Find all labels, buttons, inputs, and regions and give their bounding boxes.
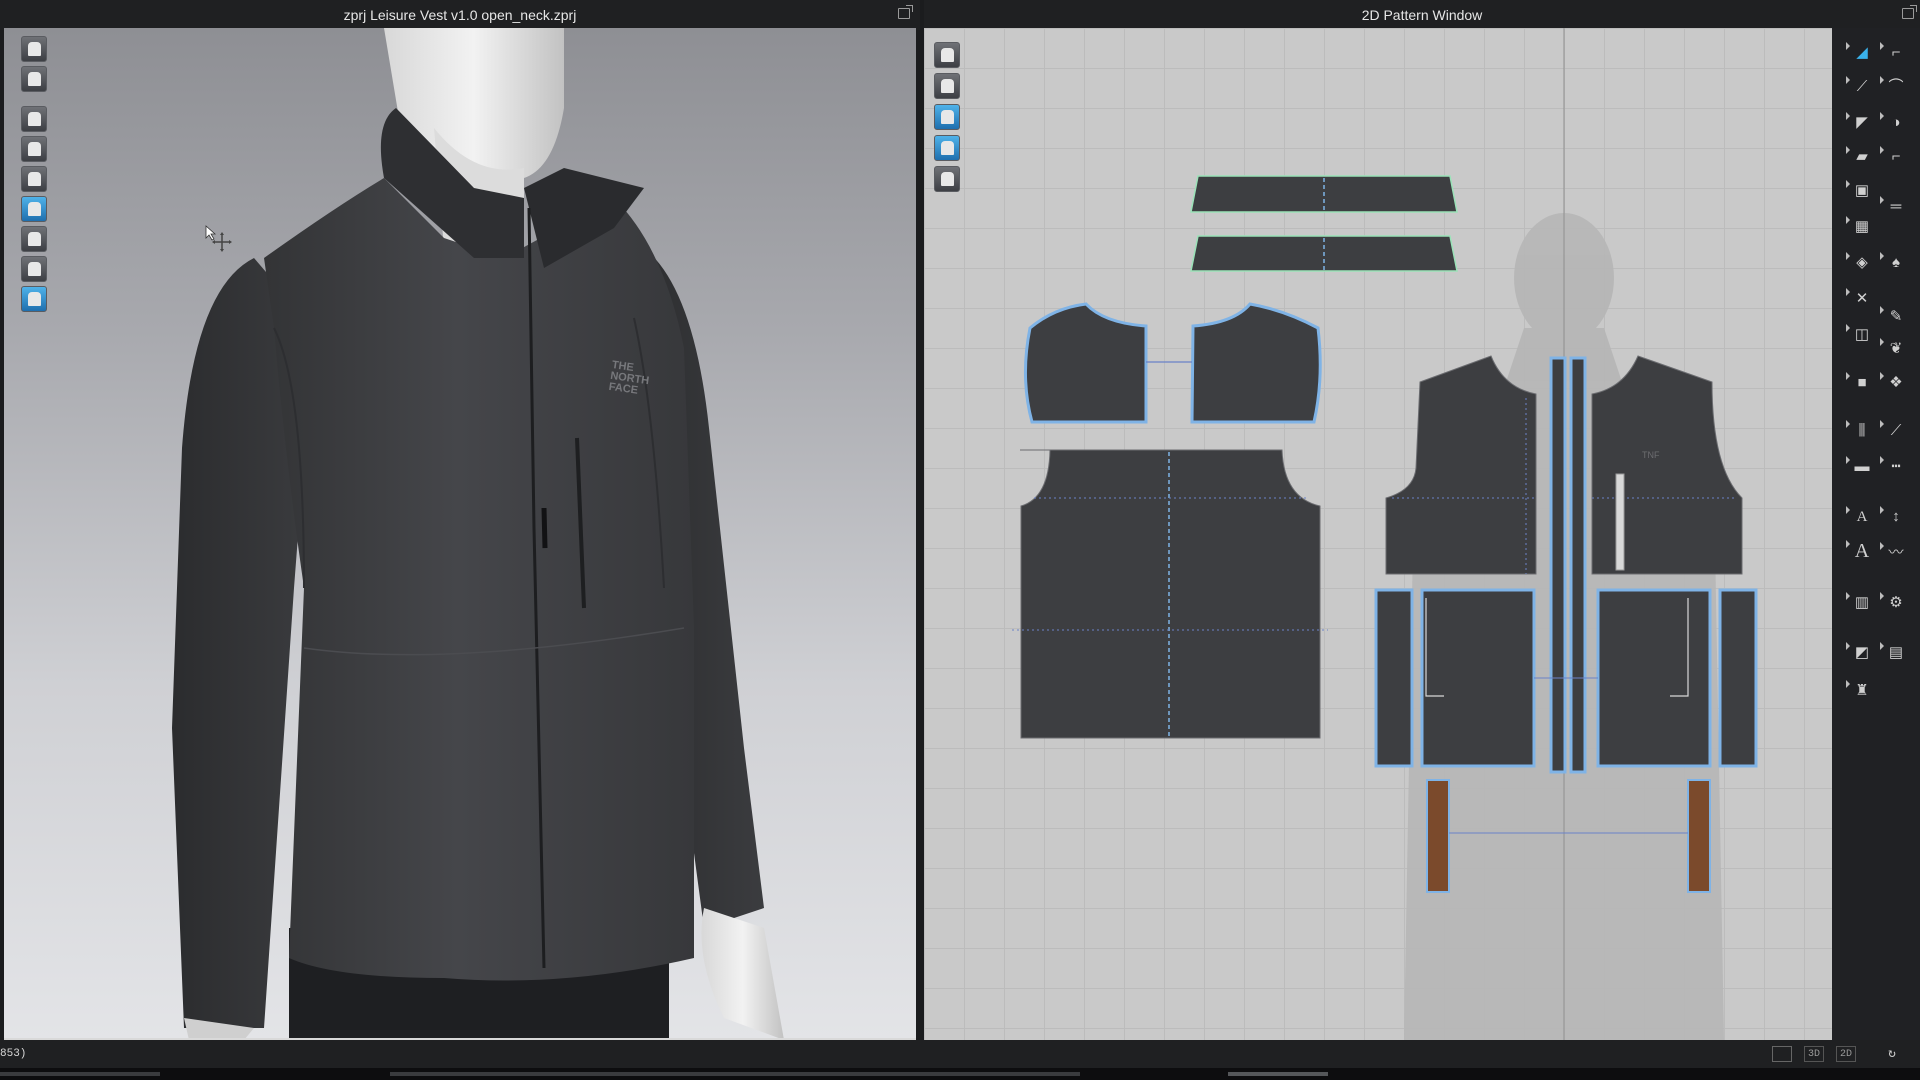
garment-icon[interactable] <box>21 66 47 92</box>
app-window: zprj Leisure Vest v1.0 open_neck.zprj 2D… <box>0 0 1920 1080</box>
taskbar-item[interactable] <box>0 1072 160 1076</box>
avatar-tool-icon[interactable]: ♜ <box>1846 680 1874 702</box>
arrow-icon[interactable]: ↕ <box>1880 506 1908 528</box>
dashed-line-icon[interactable]: ┅ <box>1880 456 1908 478</box>
undock-icon[interactable] <box>898 5 913 19</box>
viewer-titlebar: zprj Leisure Vest v1.0 open_neck.zprj <box>0 0 920 30</box>
collar-pattern[interactable] <box>1190 235 1458 272</box>
fold-icon[interactable]: ▣ <box>1846 180 1874 202</box>
trim-pattern[interactable] <box>1426 779 1450 893</box>
stitch-icon[interactable]: ■ <box>1846 372 1874 394</box>
simulation-icon[interactable] <box>21 106 47 132</box>
3d-scene <box>172 28 784 1038</box>
free-sewing-icon[interactable]: ▦ <box>1846 216 1874 238</box>
2d-pattern-viewport[interactable]: TNF <box>924 28 1832 1040</box>
front-right-pattern[interactable]: TNF <box>1591 355 1743 575</box>
grid-icon[interactable]: ▥ <box>1846 592 1874 614</box>
edit-point-icon[interactable]: ⌐ <box>1880 42 1908 64</box>
button-tool-icon[interactable]: ⚙ <box>1880 592 1908 614</box>
zipper-icon[interactable]: ❖ <box>1880 372 1908 394</box>
garment-view-icon[interactable] <box>934 73 960 99</box>
yoke-pattern[interactable] <box>1024 302 1148 424</box>
viewer-toolbar <box>18 36 52 316</box>
trace-icon[interactable]: ⌐ <box>1880 146 1908 168</box>
topstitch-icon[interactable]: ⟋ <box>1880 420 1908 442</box>
collar-pattern[interactable] <box>1190 175 1458 213</box>
yoke-pattern[interactable] <box>1190 302 1322 424</box>
pattern-window-title: 2D Pattern Window <box>1361 7 1483 23</box>
pattern-tools-panel: ◢ ⌐ ⟋ ⌒ ◤ ◑ ▰ ⌐ ▣ ═ ▦ ◈ ♠ ✕ ✎ ◫ ❦ ■ ❖ ⫼ … <box>1832 28 1920 1040</box>
vest-body <box>264 178 694 981</box>
text-tool-icon[interactable]: A <box>1846 506 1874 528</box>
view-2d-button[interactable]: 2D <box>1836 1046 1856 1062</box>
wave-icon[interactable]: 〰 <box>1880 542 1908 564</box>
transform-pattern-icon[interactable] <box>934 42 960 68</box>
rectangle-icon[interactable]: ⌒ <box>1880 76 1908 98</box>
lock-icon[interactable] <box>934 166 960 192</box>
circle-icon[interactable]: ◤ <box>1846 112 1874 134</box>
avatar-display-icon[interactable] <box>21 166 47 192</box>
undock-icon[interactable] <box>1902 5 1917 19</box>
pattern-canvas: TNF <box>1012 28 1758 1040</box>
trim-pattern[interactable] <box>1687 779 1711 893</box>
segment-sewing-icon[interactable]: ═ <box>1880 196 1908 218</box>
measure-icon[interactable]: ◫ <box>1846 324 1874 346</box>
back-body-pattern[interactable] <box>1012 449 1328 739</box>
pin-icon[interactable] <box>21 226 47 252</box>
table-icon[interactable]: ▤ <box>1880 642 1908 664</box>
internal-shape-icon[interactable]: ◑ <box>1880 112 1908 134</box>
layout-button[interactable] <box>1772 1046 1792 1062</box>
logo-placement: TNF <box>1642 450 1660 460</box>
polygon-icon[interactable]: ⟋ <box>1846 76 1874 98</box>
front-left-pattern[interactable] <box>1385 355 1537 575</box>
pattern-titlebar: 2D Pattern Window <box>924 0 1920 30</box>
taskbar-item[interactable] <box>390 1072 1080 1076</box>
mannequin-hand <box>701 908 784 1038</box>
mannequin-icon[interactable] <box>21 256 47 282</box>
ruler-icon[interactable]: ❦ <box>1880 338 1908 360</box>
status-bar: 853) 3D 2D ↻ <box>0 1040 1920 1068</box>
taskbar <box>0 1068 1920 1080</box>
viewer-title: zprj Leisure Vest v1.0 open_neck.zprj <box>343 7 577 23</box>
taskbar-item[interactable] <box>1228 1072 1328 1076</box>
globe-icon[interactable] <box>21 286 47 312</box>
select-mesh-icon[interactable] <box>21 136 47 162</box>
3d-viewport[interactable]: THE NORTH FACE <box>4 28 916 1040</box>
info-icon[interactable] <box>934 104 960 130</box>
text-edit-icon[interactable]: A <box>1846 540 1874 562</box>
text-annotation-icon[interactable]: ♠ <box>1880 252 1908 274</box>
dart-icon[interactable]: ▰ <box>1846 146 1874 168</box>
pleat-icon[interactable]: ✎ <box>1880 306 1908 328</box>
status-text: 853) <box>0 1048 27 1060</box>
grading-icon[interactable]: ✕ <box>1846 288 1874 310</box>
avatar-icon[interactable] <box>21 36 47 62</box>
measurement-bar-icon[interactable]: ▬ <box>1846 456 1874 478</box>
button-icon[interactable]: ⫼ <box>1846 420 1874 442</box>
texture-edit-icon[interactable] <box>934 135 960 161</box>
refresh-icon[interactable]: ↻ <box>1884 1046 1900 1062</box>
tape-icon[interactable]: ◈ <box>1846 252 1874 274</box>
fabric-icon[interactable]: ◩ <box>1846 642 1874 664</box>
zipper-pull <box>541 507 548 549</box>
pattern-view-toolbar <box>934 42 964 197</box>
select-icon[interactable]: ◢ <box>1846 42 1874 64</box>
texture-surface-icon[interactable] <box>21 196 47 222</box>
view-3d-button[interactable]: 3D <box>1804 1046 1824 1062</box>
move-cursor-icon <box>205 225 232 252</box>
